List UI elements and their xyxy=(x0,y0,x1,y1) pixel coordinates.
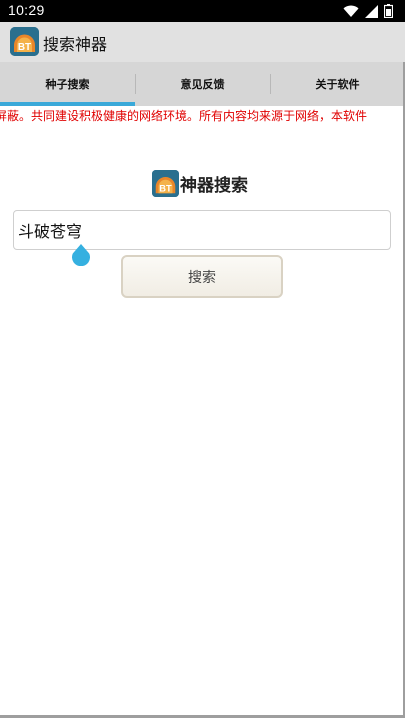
app-logo: BT xyxy=(10,27,39,56)
app-bar: BT 搜索神器 xyxy=(0,22,405,62)
logo-text: BT xyxy=(18,42,31,53)
status-time: 10:29 xyxy=(8,2,45,18)
bt-logo-icon: BT xyxy=(152,169,179,197)
heading-logo: BT xyxy=(152,169,179,197)
text-caret-handle[interactable] xyxy=(71,244,91,266)
search-heading-text: 神器搜索 xyxy=(180,175,248,196)
tab-label: 关于软件 xyxy=(315,78,360,91)
cellular-signal-icon xyxy=(365,4,378,18)
tab-about[interactable]: 关于软件 xyxy=(270,62,405,106)
search-heading: BT 神器搜索 xyxy=(152,168,248,198)
wifi-icon xyxy=(343,5,359,17)
notice-text: 屏蔽。共同建设积极健康的网络环境。所有内容均来源于网络，本软件 xyxy=(0,109,368,123)
tab-label: 意见反馈 xyxy=(180,78,225,91)
search-input[interactable] xyxy=(13,210,391,250)
app-title: 搜索神器 xyxy=(43,35,108,54)
tab-bar: 种子搜索 意见反馈 关于软件 xyxy=(0,62,405,106)
status-bar: 10:29 xyxy=(0,0,405,22)
bt-logo-icon: BT xyxy=(10,27,39,56)
tab-seed-search[interactable]: 种子搜索 xyxy=(0,62,135,106)
logo-text: BT xyxy=(159,183,172,193)
status-icons xyxy=(343,4,393,18)
battery-icon xyxy=(384,4,393,18)
search-button[interactable]: 搜索 xyxy=(121,255,283,298)
notice-marquee: 屏蔽。共同建设积极健康的网络环境。所有内容均来源于网络，本软件 xyxy=(0,106,403,126)
tab-feedback[interactable]: 意见反馈 xyxy=(135,62,270,106)
tab-label: 种子搜索 xyxy=(45,78,90,91)
